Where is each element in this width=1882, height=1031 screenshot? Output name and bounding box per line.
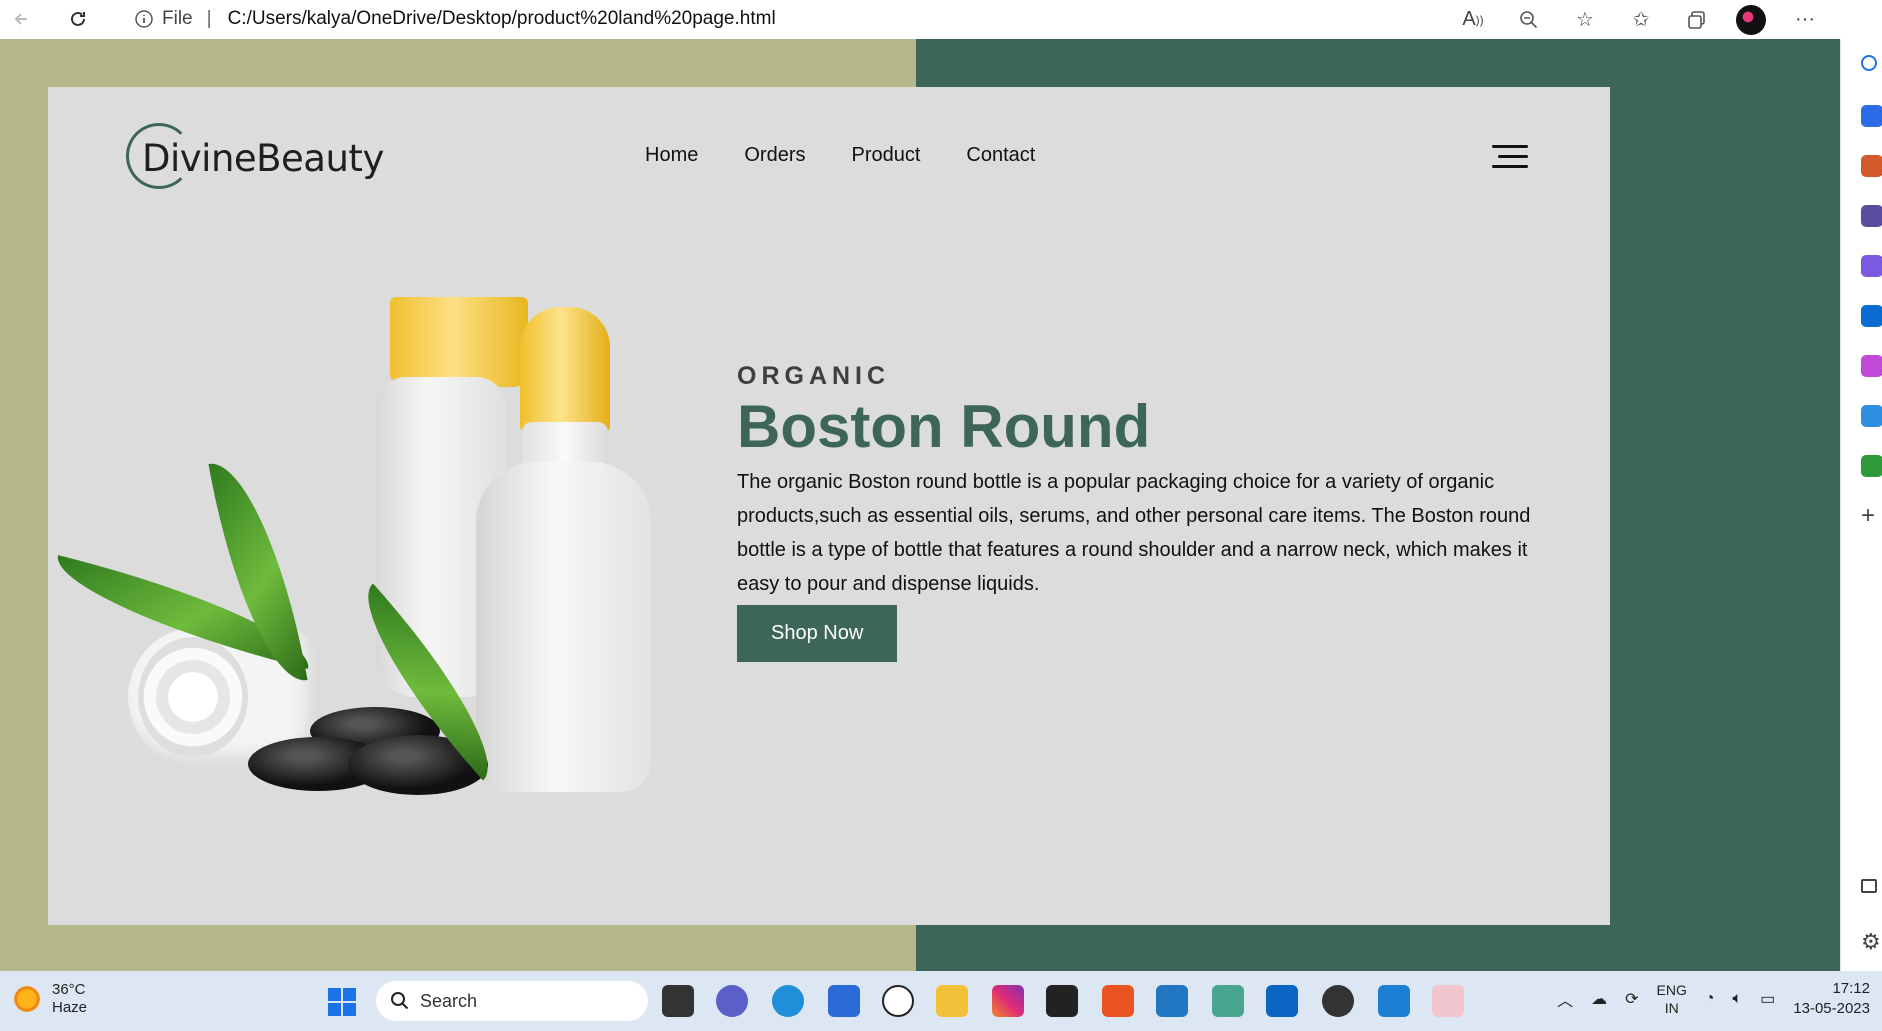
clock-date: 13-05-2023 <box>1793 1000 1870 1017</box>
browser-actions: A)) ☆ ✩ ··· <box>1456 0 1882 39</box>
onedrive-icon[interactable]: ☁ <box>1591 989 1607 1009</box>
url-text: C:/Users/kalya/OneDrive/Desktop/product%… <box>227 7 776 29</box>
favorites-icon[interactable]: ✩ <box>1624 5 1658 35</box>
back-arrow-icon <box>14 13 27 25</box>
browser-toolbar: File | C:/Users/kalya/OneDrive/Desktop/p… <box>0 0 1882 39</box>
bottle-front <box>476 462 651 792</box>
system-tray: ︿ ☁ ⟳ ENG IN ◔ 🔈︎ ▭ 17:12 13-05-2023 <box>1557 979 1870 1019</box>
dell-icon[interactable] <box>882 985 914 1017</box>
brand-logo[interactable]: DivineBeauty <box>126 123 384 195</box>
profile-avatar[interactable] <box>1736 4 1766 35</box>
games-icon[interactable] <box>1861 205 1882 227</box>
chatgpt-icon[interactable] <box>1212 985 1244 1017</box>
address-separator: | <box>206 7 212 29</box>
hero-title: Boston Round <box>737 393 1151 460</box>
hero-text: ORGANIC Boston Round The organic Boston … <box>737 362 1557 662</box>
taskbar-search[interactable]: Search <box>376 981 648 1021</box>
wordpress-icon[interactable] <box>1156 985 1188 1017</box>
mail-icon[interactable] <box>1378 985 1410 1017</box>
wifi-icon[interactable]: ◔ <box>1705 990 1715 1008</box>
instagram-icon[interactable] <box>992 985 1024 1017</box>
menu-icon[interactable] <box>1492 145 1528 169</box>
collections-icon[interactable] <box>1680 5 1714 35</box>
info-icon <box>135 9 153 28</box>
zoom-out-icon[interactable] <box>1512 5 1546 35</box>
github-icon[interactable] <box>1322 985 1354 1017</box>
address-bar[interactable]: File | C:/Users/kalya/OneDrive/Desktop/p… <box>114 2 1594 35</box>
read-aloud-icon[interactable]: A)) <box>1456 5 1490 35</box>
snipping-tool-icon[interactable] <box>1432 985 1464 1017</box>
more-options-icon[interactable]: ··· <box>1788 5 1822 35</box>
refresh-icon <box>71 11 85 26</box>
store-icon[interactable] <box>828 985 860 1017</box>
page-viewport: DivineBeauty Home Orders Product Contact <box>0 39 1840 971</box>
back-button[interactable] <box>4 4 40 34</box>
clock[interactable]: 17:12 13-05-2023 <box>1793 979 1870 1019</box>
refresh-button[interactable] <box>60 4 96 34</box>
landing-card: DivineBeauty Home Orders Product Contact <box>45 87 1610 925</box>
bottle-cap-front <box>520 307 610 432</box>
file-explorer-icon[interactable] <box>936 985 968 1017</box>
product-image <box>45 297 668 797</box>
file-label: File <box>162 7 193 29</box>
windows-start-icon[interactable] <box>328 988 356 1016</box>
add-icon[interactable]: + <box>1861 504 1882 528</box>
sidebar-toggle-icon[interactable] <box>1861 879 1877 893</box>
nav-product[interactable]: Product <box>851 144 920 167</box>
search-placeholder: Search <box>420 990 478 1011</box>
linkedin-icon[interactable] <box>1266 985 1298 1017</box>
clock-time: 17:12 <box>1832 980 1870 997</box>
chevron-up-icon[interactable]: ︿ <box>1557 987 1573 1011</box>
edge-sidebar: + ⚙ <box>1840 39 1882 971</box>
weather-temp: 36°C <box>52 981 86 998</box>
sync-icon[interactable]: ⟳ <box>1625 989 1638 1009</box>
hero-eyebrow: ORGANIC <box>737 362 891 390</box>
tools-icon[interactable] <box>1861 155 1882 177</box>
outlook-icon[interactable] <box>1861 305 1882 327</box>
office-icon[interactable] <box>1861 255 1882 277</box>
chat-icon[interactable] <box>716 985 748 1017</box>
ubuntu-icon[interactable] <box>1102 985 1134 1017</box>
taskbar: 36°C Haze Search ︿ ☁ ⟳ ENG IN ◔ 🔈︎ ▭ 17:… <box>0 971 1882 1031</box>
towel-roll <box>138 637 248 757</box>
designer-icon[interactable] <box>1861 355 1882 377</box>
search-icon <box>391 992 409 1010</box>
nav-home[interactable]: Home <box>645 144 698 167</box>
send-icon[interactable] <box>1861 405 1882 427</box>
hero-description: The organic Boston round bottle is a pop… <box>737 471 1531 595</box>
weather-widget[interactable]: 36°C Haze <box>12 981 87 1017</box>
weather-desc: Haze <box>52 999 88 1016</box>
tree-icon[interactable] <box>1861 455 1882 477</box>
search-icon[interactable] <box>1861 55 1877 71</box>
battery-icon[interactable]: ▭ <box>1760 989 1775 1009</box>
cyberlink-icon[interactable] <box>1046 985 1078 1017</box>
lang-region: IN <box>1664 1000 1679 1016</box>
add-favorite-icon[interactable]: ☆ <box>1568 5 1602 35</box>
nav-orders[interactable]: Orders <box>744 144 805 167</box>
task-view-icon[interactable] <box>662 985 694 1017</box>
sun-icon <box>12 984 42 1014</box>
shopping-icon[interactable] <box>1861 105 1882 127</box>
shop-now-button[interactable]: Shop Now <box>737 605 898 662</box>
lang-code: ENG <box>1656 982 1687 998</box>
main-nav: Home Orders Product Contact <box>645 144 1035 167</box>
nav-contact[interactable]: Contact <box>966 144 1035 167</box>
settings-icon[interactable]: ⚙ <box>1861 929 1882 954</box>
brand-name: DivineBeauty <box>142 137 384 180</box>
bottle-cap-back <box>390 297 528 387</box>
language-indicator[interactable]: ENG IN <box>1657 981 1687 1017</box>
edge-icon[interactable] <box>772 985 804 1017</box>
volume-icon[interactable]: 🔈︎ <box>1733 990 1743 1008</box>
